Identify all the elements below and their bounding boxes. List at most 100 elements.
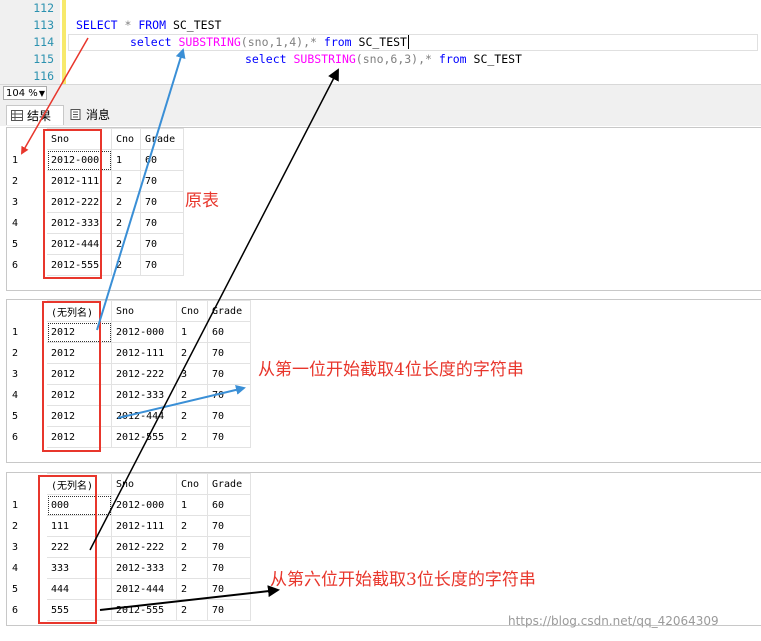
table-cell[interactable]: 1	[176, 321, 208, 343]
table-cell[interactable]: 2	[176, 384, 208, 406]
table-cell[interactable]: 70	[207, 405, 251, 427]
table-cell[interactable]: 2012-111	[111, 342, 177, 364]
column-header[interactable]: Grade	[140, 128, 184, 150]
table-cell[interactable]: 70	[140, 254, 184, 276]
row-number: 4	[12, 389, 19, 401]
zoom-bar: 104 % ▼	[0, 84, 761, 103]
column-header[interactable]: Grade	[207, 473, 251, 495]
table-cell[interactable]: 2	[176, 599, 208, 621]
annotation-substring-first: 从第一位开始截取4位长度的字符串	[258, 360, 524, 380]
sql-text: SC_TEST	[166, 18, 222, 32]
code-line-114[interactable]: select SUBSTRING(sno,1,4),* from SC_TEST	[130, 34, 409, 51]
table-cell[interactable]: 2	[176, 578, 208, 600]
sql-text: SC_TEST	[351, 35, 407, 49]
result-grid-2[interactable]: (无列名) Sno Cno Grade 1 2012 2012-000 1 60 2 20…	[6, 299, 761, 463]
line-number-gutter: 112 113 114 115 116	[0, 0, 60, 84]
table-cell[interactable]: 70	[140, 191, 184, 213]
sql-keyword: from	[438, 52, 467, 66]
table-cell[interactable]: 1	[176, 494, 208, 516]
table-cell[interactable]: 70	[207, 515, 251, 537]
table-cell[interactable]: 2012-000	[111, 321, 177, 343]
table-cell[interactable]: 60	[140, 149, 184, 171]
table-cell[interactable]: 70	[207, 578, 251, 600]
column-header[interactable]: Sno	[111, 473, 177, 495]
code-line-115[interactable]: select SUBSTRING(sno,6,3),* from SC_TEST	[245, 51, 522, 68]
table-cell[interactable]: 2012-333	[111, 557, 177, 579]
table-cell[interactable]: 2012-222	[111, 536, 177, 558]
table-cell[interactable]: 2	[176, 426, 208, 448]
table-cell[interactable]: 2	[111, 254, 141, 276]
table-cell[interactable]: 2	[176, 557, 208, 579]
table-cell[interactable]: 2	[111, 170, 141, 192]
table-cell[interactable]: 2012-555	[111, 426, 177, 448]
table-cell[interactable]: 70	[207, 536, 251, 558]
table-cell[interactable]: 2012-444	[111, 578, 177, 600]
table-cell[interactable]: 2012-000	[111, 494, 177, 516]
code-line-113[interactable]: SELECT * FROM SC_TEST	[76, 17, 221, 34]
table-cell[interactable]: 2012-444	[111, 405, 177, 427]
table-cell[interactable]: 70	[207, 342, 251, 364]
row-number: 1	[12, 326, 19, 338]
table-cell[interactable]: 2	[176, 536, 208, 558]
table-cell[interactable]: 1	[111, 149, 141, 171]
table-cell[interactable]: 2012-222	[111, 363, 177, 385]
highlight-box-substring-1	[42, 301, 101, 452]
row-number: 5	[12, 238, 19, 250]
tab-label: 消息	[86, 108, 111, 122]
sql-keyword: select	[245, 52, 287, 66]
watermark-text: https://blog.csdn.net/qq_42064309	[508, 614, 719, 628]
tab-results[interactable]: 结果	[6, 105, 64, 125]
row-number: 2	[12, 347, 19, 359]
column-header[interactable]: Cno	[176, 473, 208, 495]
zoom-select[interactable]: 104 % ▼	[3, 86, 47, 100]
sql-keyword: from	[323, 35, 352, 49]
grid-icon	[11, 110, 23, 121]
result-tabs: 结果 消息	[0, 102, 761, 126]
change-indicator-bar	[62, 0, 66, 84]
line-number: 113	[33, 18, 54, 32]
table-cell[interactable]: 60	[207, 321, 251, 343]
table-cell[interactable]: 2	[176, 405, 208, 427]
result-grid-3[interactable]: (无列名) Sno Cno Grade 1 000 2012-000 1 60 2 111…	[6, 472, 761, 626]
table-cell[interactable]: 2012-111	[111, 515, 177, 537]
row-header-corner	[8, 129, 47, 150]
table-cell[interactable]: 2012-555	[111, 599, 177, 621]
sql-editor[interactable]: 112 113 114 115 116 SELECT * FROM SC_TES…	[0, 0, 761, 84]
table-cell[interactable]: 70	[140, 233, 184, 255]
row-header-corner	[8, 301, 47, 322]
table-cell[interactable]: 2	[111, 212, 141, 234]
sql-text: (sno,1,4),*	[240, 35, 324, 49]
table-cell[interactable]: 70	[207, 363, 251, 385]
sql-function: SUBSTRING	[293, 52, 356, 66]
table-cell[interactable]: 70	[207, 599, 251, 621]
table-cell[interactable]: 2012-333	[111, 384, 177, 406]
table-cell[interactable]: 60	[207, 494, 251, 516]
column-header[interactable]: Sno	[111, 300, 177, 322]
tab-messages[interactable]: 消息	[66, 105, 120, 125]
message-icon	[70, 109, 81, 120]
table-cell[interactable]: 2	[176, 342, 208, 364]
row-number: 2	[12, 175, 19, 187]
table-cell[interactable]: 70	[207, 426, 251, 448]
column-header[interactable]: Cno	[111, 128, 141, 150]
table-cell[interactable]: 70	[140, 212, 184, 234]
column-header[interactable]: Grade	[207, 300, 251, 322]
row-number: 6	[12, 431, 19, 443]
row-number: 1	[12, 154, 19, 166]
line-number: 114	[33, 35, 54, 49]
sql-text: (sno,6,3),*	[355, 52, 439, 66]
table-cell[interactable]: 2	[111, 191, 141, 213]
tab-label: 结果	[27, 109, 52, 123]
column-header[interactable]: Cno	[176, 300, 208, 322]
line-number: 115	[33, 52, 54, 66]
table-cell[interactable]: 70	[207, 557, 251, 579]
sql-keyword: select	[130, 35, 172, 49]
table-cell[interactable]: 3	[176, 363, 208, 385]
table-cell[interactable]: 2	[176, 515, 208, 537]
sql-text: SC_TEST	[466, 52, 522, 66]
table-cell[interactable]: 2	[111, 233, 141, 255]
table-cell[interactable]: 70	[207, 384, 251, 406]
chevron-down-icon: ▼	[38, 89, 45, 98]
table-cell[interactable]: 70	[140, 170, 184, 192]
result-grid-1[interactable]: Sno Cno Grade 1 2012-000 1 60 2 2012-111 2 70 …	[6, 127, 761, 291]
